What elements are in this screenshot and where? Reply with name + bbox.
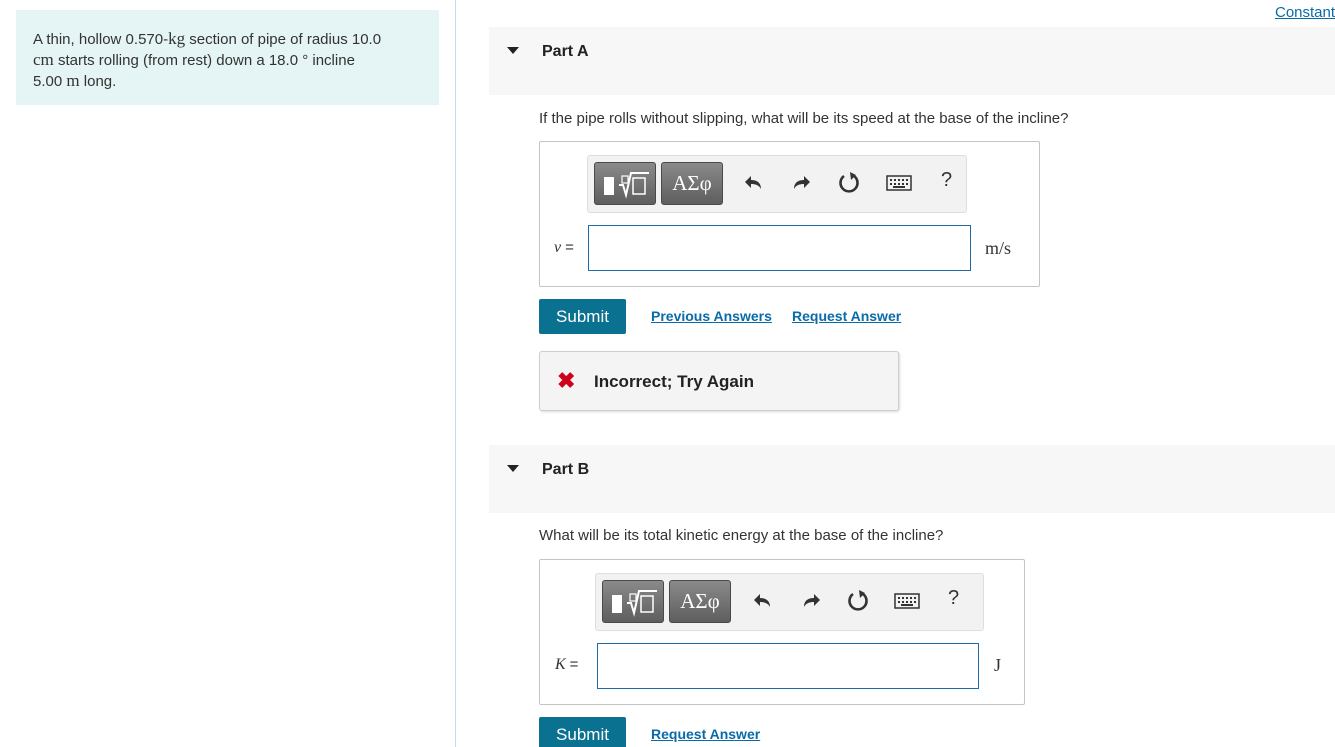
part-b-question: What will be its total kinetic energy at… xyxy=(539,527,944,544)
constants-link[interactable]: Constants xyxy=(1275,4,1335,21)
problem-text: A thin, hollow 0.570- xyxy=(33,31,169,48)
submit-button[interactable]: Submit xyxy=(539,717,626,747)
feedback-message: Incorrect; Try Again xyxy=(594,372,754,391)
unit-kg: kg xyxy=(168,29,186,48)
variable-label: K = xyxy=(555,656,578,674)
speed-answer-input[interactable] xyxy=(588,225,971,271)
redo-icon[interactable] xyxy=(787,168,815,198)
symbols-button[interactable]: ΑΣφ xyxy=(669,580,731,623)
kinetic-energy-answer-input[interactable] xyxy=(597,643,979,689)
unit-label: J xyxy=(994,655,1002,675)
help-icon[interactable]: ? xyxy=(941,169,952,192)
templates-icon xyxy=(612,589,657,617)
problem-text: incline xyxy=(308,52,355,69)
variable-symbol: K xyxy=(555,656,566,673)
unit-label: m/s xyxy=(985,238,1012,258)
part-a-answer-box: ΑΣφ ? v = m/s xyxy=(539,141,1040,287)
error-x-icon: ✖ xyxy=(557,368,576,393)
variable-label: v = xyxy=(554,239,574,257)
templates-button[interactable] xyxy=(594,162,656,205)
part-a-header[interactable]: Part A xyxy=(489,27,1335,95)
part-b-label: Part B xyxy=(542,461,590,478)
problem-text: 5.00 xyxy=(33,73,67,90)
part-a-label: Part A xyxy=(542,43,589,60)
unit-cm: cm xyxy=(33,50,54,69)
symbols-button[interactable]: ΑΣφ xyxy=(661,162,723,205)
keyboard-icon[interactable] xyxy=(893,586,921,616)
part-a-math-toolbar: ΑΣφ ? xyxy=(587,155,967,213)
collapse-caret-icon[interactable] xyxy=(507,465,519,472)
unit-m: m xyxy=(66,71,80,90)
undo-icon[interactable] xyxy=(740,168,768,198)
request-answer-link[interactable]: Request Answer xyxy=(792,308,901,324)
part-b-answer-box: ΑΣφ ? K = J xyxy=(539,559,1025,705)
help-icon[interactable]: ? xyxy=(948,587,959,610)
templates-button[interactable] xyxy=(602,580,664,623)
problem-statement: A thin, hollow 0.570-kg section of pipe … xyxy=(16,10,439,105)
reset-icon[interactable] xyxy=(835,168,863,198)
problem-text: section of pipe of radius 10.0 xyxy=(185,31,382,48)
previous-answers-link[interactable]: Previous Answers xyxy=(651,308,772,324)
reset-icon[interactable] xyxy=(844,586,872,616)
problem-text: starts rolling (from rest) down a 18.0 xyxy=(53,52,303,69)
problem-text: long. xyxy=(79,73,117,90)
equals-sign: = xyxy=(565,239,574,256)
part-b-math-toolbar: ΑΣφ ? xyxy=(595,573,984,631)
submit-button[interactable]: Submit xyxy=(539,299,626,334)
request-answer-link[interactable]: Request Answer xyxy=(651,726,760,742)
variable-symbol: v xyxy=(554,239,562,256)
equals-sign: = xyxy=(569,656,579,673)
part-a-question: If the pipe rolls without slipping, what… xyxy=(539,110,1069,127)
part-b-header[interactable]: Part B xyxy=(489,445,1335,513)
problem-panel: A thin, hollow 0.570-kg section of pipe … xyxy=(0,0,456,747)
undo-icon[interactable] xyxy=(749,586,777,616)
collapse-caret-icon[interactable] xyxy=(507,47,519,54)
feedback-box: ✖ Incorrect; Try Again xyxy=(539,351,899,411)
keyboard-icon[interactable] xyxy=(885,168,913,198)
redo-icon[interactable] xyxy=(797,586,825,616)
templates-icon xyxy=(604,171,649,199)
